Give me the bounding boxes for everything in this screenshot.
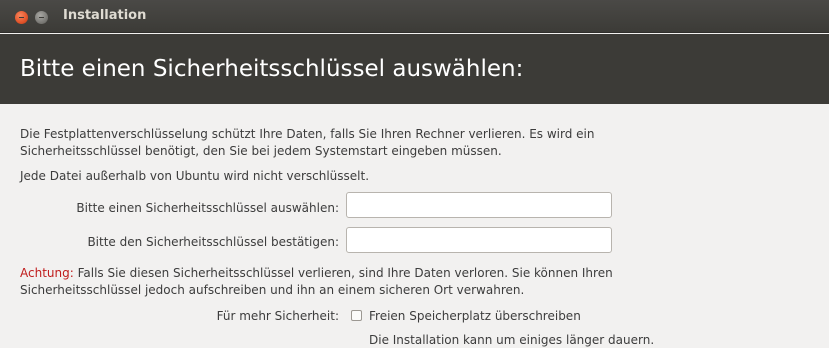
intro-text-line-1: Die Festplattenverschlüsselung schützt I… bbox=[20, 127, 595, 141]
confirm-field-label: Bitte den Sicherheitsschlüssel bestätige… bbox=[87, 235, 339, 249]
security-key-input[interactable] bbox=[346, 192, 612, 218]
warning-prefix: Achtung: bbox=[20, 266, 74, 280]
overwrite-free-space-checkbox[interactable] bbox=[351, 310, 362, 321]
warning-line-1-text: Falls Sie diesen Sicherheitsschlüssel ve… bbox=[73, 266, 613, 280]
installer-window: Installation Bitte einen Sicherheitsschl… bbox=[0, 0, 829, 347]
window-title: Installation bbox=[63, 8, 147, 23]
key-field-label: Bitte einen Sicherheitsschlüssel auswähl… bbox=[76, 201, 339, 215]
page-title: Bitte einen Sicherheitsschlüssel auswähl… bbox=[20, 56, 524, 82]
intro-text-line-3: Jede Datei außerhalb von Ubuntu wird nic… bbox=[20, 169, 370, 183]
warning-text-line-2: Sicherheitsschlüssel jedoch aufschreiben… bbox=[20, 283, 525, 297]
warning-text-line-1: Achtung: Falls Sie diesen Sicherheitssch… bbox=[20, 265, 613, 281]
overwrite-note: Die Installation kann um einiges länger … bbox=[369, 333, 655, 347]
security-key-confirm-input[interactable] bbox=[346, 227, 612, 253]
intro-text-line-2: Sicherheitsschlüssel benötigt, den Sie b… bbox=[20, 144, 502, 158]
page-header: Bitte einen Sicherheitsschlüssel auswähl… bbox=[0, 34, 829, 104]
main-content: Die Festplattenverschlüsselung schützt I… bbox=[0, 104, 829, 347]
close-icon[interactable] bbox=[15, 11, 28, 24]
minimize-icon[interactable] bbox=[35, 11, 48, 24]
security-option-label: Für mehr Sicherheit: bbox=[216, 309, 339, 323]
title-bar[interactable]: Installation bbox=[0, 0, 829, 33]
overwrite-free-space-label[interactable]: Freien Speicherplatz überschreiben bbox=[369, 308, 581, 324]
